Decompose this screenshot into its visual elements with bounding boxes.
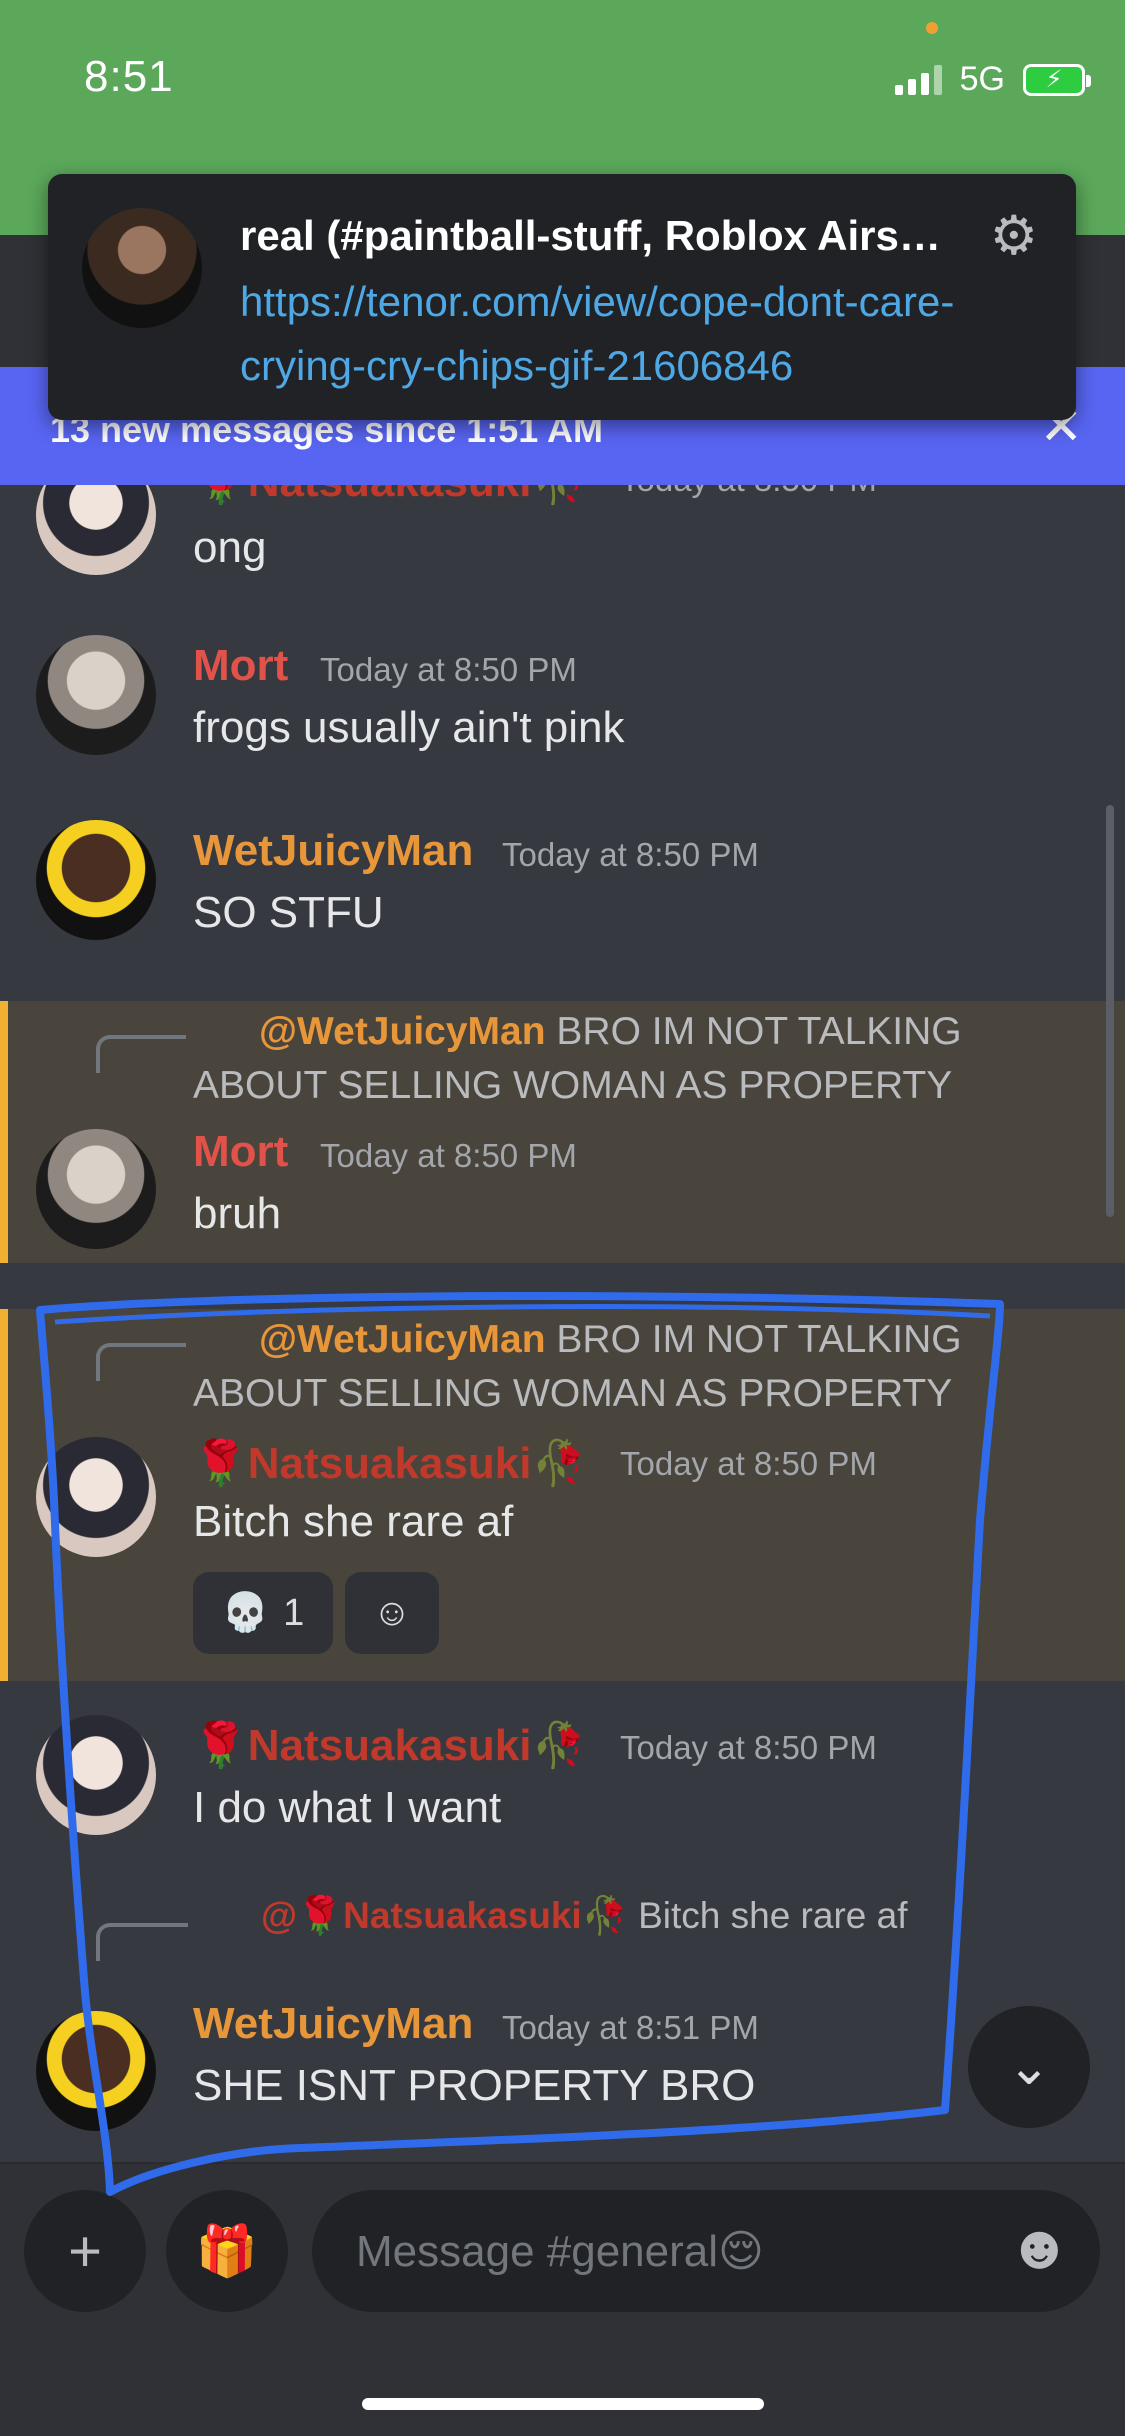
gift-icon: 🎁 <box>195 2222 259 2279</box>
message-timestamp: Today at 8:50 PM <box>620 1729 877 1766</box>
reaction-emoji: 💀 <box>221 1592 270 1634</box>
message-timestamp: Today at 8:50 PM <box>620 1445 877 1482</box>
notification-avatar <box>82 208 202 328</box>
add-reaction-icon[interactable]: ☺ <box>345 1572 439 1654</box>
message-content: frogs usually ain't pink <box>193 703 625 752</box>
message-composer: + 🎁 Message #general😌 ☻ <box>0 2162 1125 2436</box>
message-input[interactable]: Message #general😌 ☻ <box>312 2190 1100 2312</box>
message-content: ong <box>193 523 267 572</box>
avatar[interactable] <box>36 2011 156 2131</box>
privacy-indicator-dot <box>926 22 938 34</box>
avatar[interactable] <box>36 1715 156 1835</box>
reply-preview[interactable]: @WetJuicyMan BRO IM NOT TALKING ABOUT SE… <box>193 1005 1073 1113</box>
avatar[interactable] <box>36 820 156 940</box>
battery-charging-icon: ⚡ <box>1023 63 1091 96</box>
plus-icon: + <box>68 2218 102 2284</box>
message-content: Bitch she rare af <box>193 1497 514 1546</box>
add-attachment-button[interactable]: + <box>24 2190 146 2312</box>
clock: 8:51 <box>84 52 174 101</box>
message-content: SHE ISNT PROPERTY BRO <box>193 2061 756 2110</box>
home-indicator[interactable] <box>362 2398 764 2410</box>
reply-text: Bitch she rare af <box>638 1895 908 1936</box>
message-input-placeholder: Message #general😌 <box>356 2227 764 2276</box>
message-timestamp: Today at 8:50 PM <box>620 485 877 499</box>
notification-link[interactable]: https://tenor.com/view/cope-dont-care-cr… <box>240 270 1040 398</box>
notification-title: real (#paintball-stuff, Roblox Airs… <box>240 212 941 259</box>
scrollbar[interactable] <box>1106 805 1114 1217</box>
message-author[interactable]: WetJuicyMan <box>193 1999 473 2049</box>
status-icons: 5G ⚡ <box>894 60 1091 99</box>
message-timestamp: Today at 8:50 PM <box>320 651 577 688</box>
reply-preview[interactable]: @🌹Natsuakasuki🥀 Bitch she rare af <box>193 1889 1073 1943</box>
message-author[interactable]: 🌹Natsuakasuki🥀 <box>193 485 586 507</box>
message-content: bruh <box>193 1189 282 1238</box>
message-list[interactable]: 🌹Natsuakasuki🥀 Today at 8:50 PM ong Mort… <box>0 485 1125 2165</box>
message-author[interactable]: 🌹Natsuakasuki🥀 <box>193 1719 586 1771</box>
reply-mention[interactable]: @WetJuicyMan <box>259 1318 546 1361</box>
reply-connector <box>96 1035 186 1073</box>
message-timestamp: Today at 8:50 PM <box>320 1137 577 1174</box>
reply-mention[interactable]: @🌹Natsuakasuki🥀 <box>261 1895 628 1936</box>
message: 🌹Natsuakasuki🥀 Today at 8:50 PM ong <box>0 485 1125 595</box>
chevron-down-icon: ⌄ <box>1007 2038 1051 2096</box>
reply-preview[interactable]: @WetJuicyMan BRO IM NOT TALKING ABOUT SE… <box>193 1313 1073 1421</box>
message-timestamp: Today at 8:50 PM <box>502 836 759 873</box>
message-author[interactable]: WetJuicyMan <box>193 826 473 876</box>
signal-icon <box>894 64 942 95</box>
reaction-count: 1 <box>283 1591 305 1634</box>
avatar[interactable] <box>36 1437 156 1557</box>
message-content: SO STFU <box>193 888 384 937</box>
message-timestamp: Today at 8:51 PM <box>502 2009 759 2046</box>
network-label: 5G <box>959 60 1005 98</box>
message: WetJuicyMan Today at 8:50 PM SO STFU <box>0 820 1125 970</box>
reaction-skull[interactable]: 💀 1 <box>193 1572 333 1654</box>
emoji-picker-icon[interactable]: ☻ <box>1007 2212 1072 2283</box>
message: @🌹Natsuakasuki🥀 Bitch she rare af WetJui… <box>0 1887 1125 2147</box>
push-notification[interactable]: real (#paintball-stuff, Roblox Airs… htt… <box>48 174 1076 420</box>
gift-button[interactable]: 🎁 <box>166 2190 288 2312</box>
message: 🌹Natsuakasuki🥀 Today at 8:50 PM I do wha… <box>0 1715 1125 1865</box>
gear-icon[interactable]: ⚙ <box>990 204 1038 267</box>
reply-connector <box>96 1343 186 1381</box>
message-author[interactable]: Mort <box>193 641 288 691</box>
message-content: I do what I want <box>193 1783 502 1832</box>
avatar[interactable] <box>36 485 156 575</box>
avatar[interactable] <box>36 635 156 755</box>
message: Mort Today at 8:50 PM frogs usually ain'… <box>0 635 1125 785</box>
reply-mention[interactable]: @WetJuicyMan <box>259 1010 546 1053</box>
message-highlighted: @WetJuicyMan BRO IM NOT TALKING ABOUT SE… <box>0 1309 1125 1681</box>
reply-connector <box>96 1923 188 1961</box>
message-highlighted: @WetJuicyMan BRO IM NOT TALKING ABOUT SE… <box>0 1001 1125 1263</box>
message-author[interactable]: 🌹Natsuakasuki🥀 <box>193 1437 586 1489</box>
avatar[interactable] <box>36 1129 156 1249</box>
message-author[interactable]: Mort <box>193 1127 288 1177</box>
jump-to-bottom-button[interactable]: ⌄ <box>968 2006 1090 2128</box>
